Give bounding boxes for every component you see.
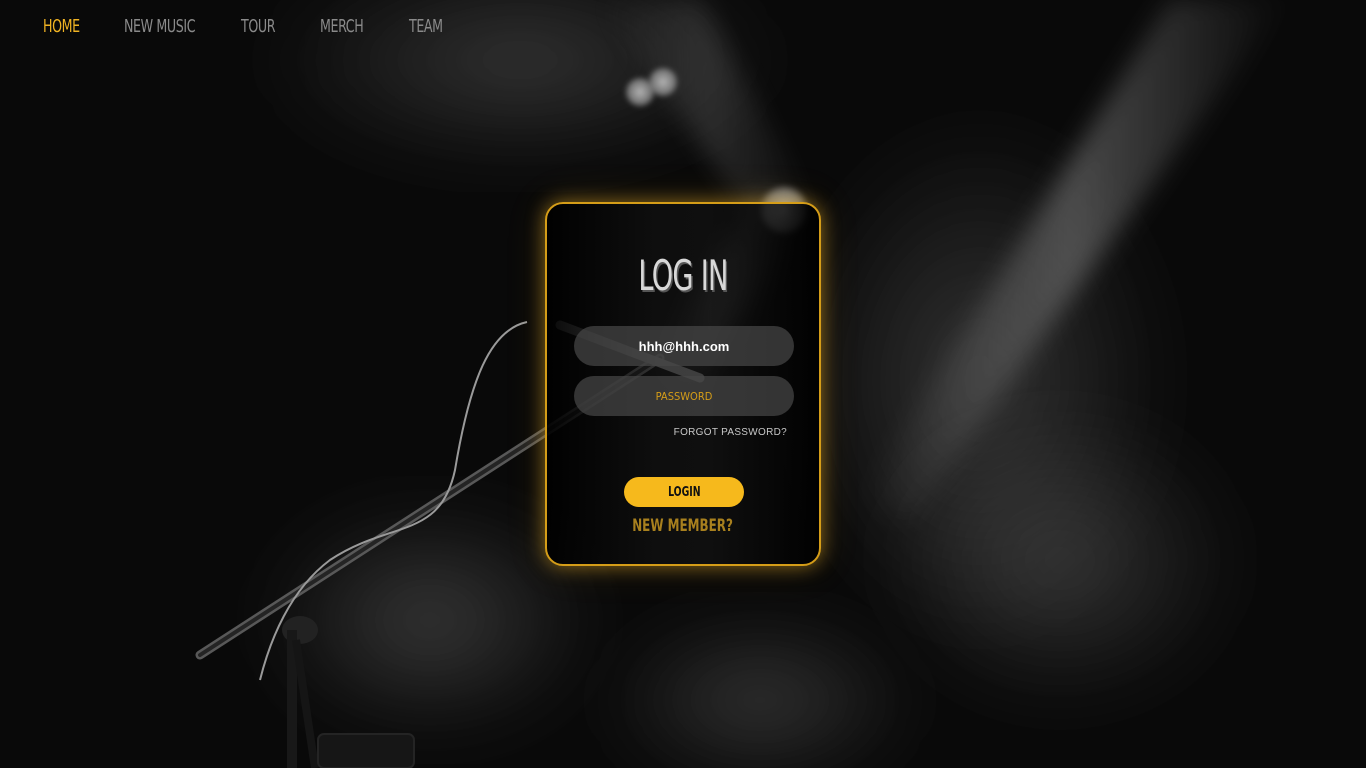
- login-title: LOG IN: [638, 251, 728, 300]
- password-field[interactable]: [574, 376, 794, 416]
- nav-item-tour[interactable]: TOUR: [241, 16, 276, 37]
- login-card: LOG IN FORGOT PASSWORD? LOGIN NEW MEMBER…: [545, 202, 821, 566]
- nav-item-home[interactable]: HOME: [43, 16, 80, 37]
- nav-item-team[interactable]: TEAM: [409, 16, 443, 37]
- login-button[interactable]: LOGIN: [624, 477, 744, 507]
- top-navigation: HOME NEW MUSIC TOUR MERCH TEAM: [0, 0, 600, 56]
- nav-item-new-music[interactable]: NEW MUSIC: [124, 16, 196, 37]
- new-member-link[interactable]: NEW MEMBER?: [547, 516, 819, 536]
- email-field[interactable]: [574, 326, 794, 366]
- nav-item-merch[interactable]: MERCH: [320, 16, 364, 37]
- page: HOME NEW MUSIC TOUR MERCH TEAM LOG IN FO…: [0, 0, 1366, 768]
- forgot-password-link[interactable]: FORGOT PASSWORD?: [674, 427, 787, 438]
- new-member-label: NEW MEMBER?: [632, 516, 734, 536]
- login-button-label: LOGIN: [667, 484, 701, 500]
